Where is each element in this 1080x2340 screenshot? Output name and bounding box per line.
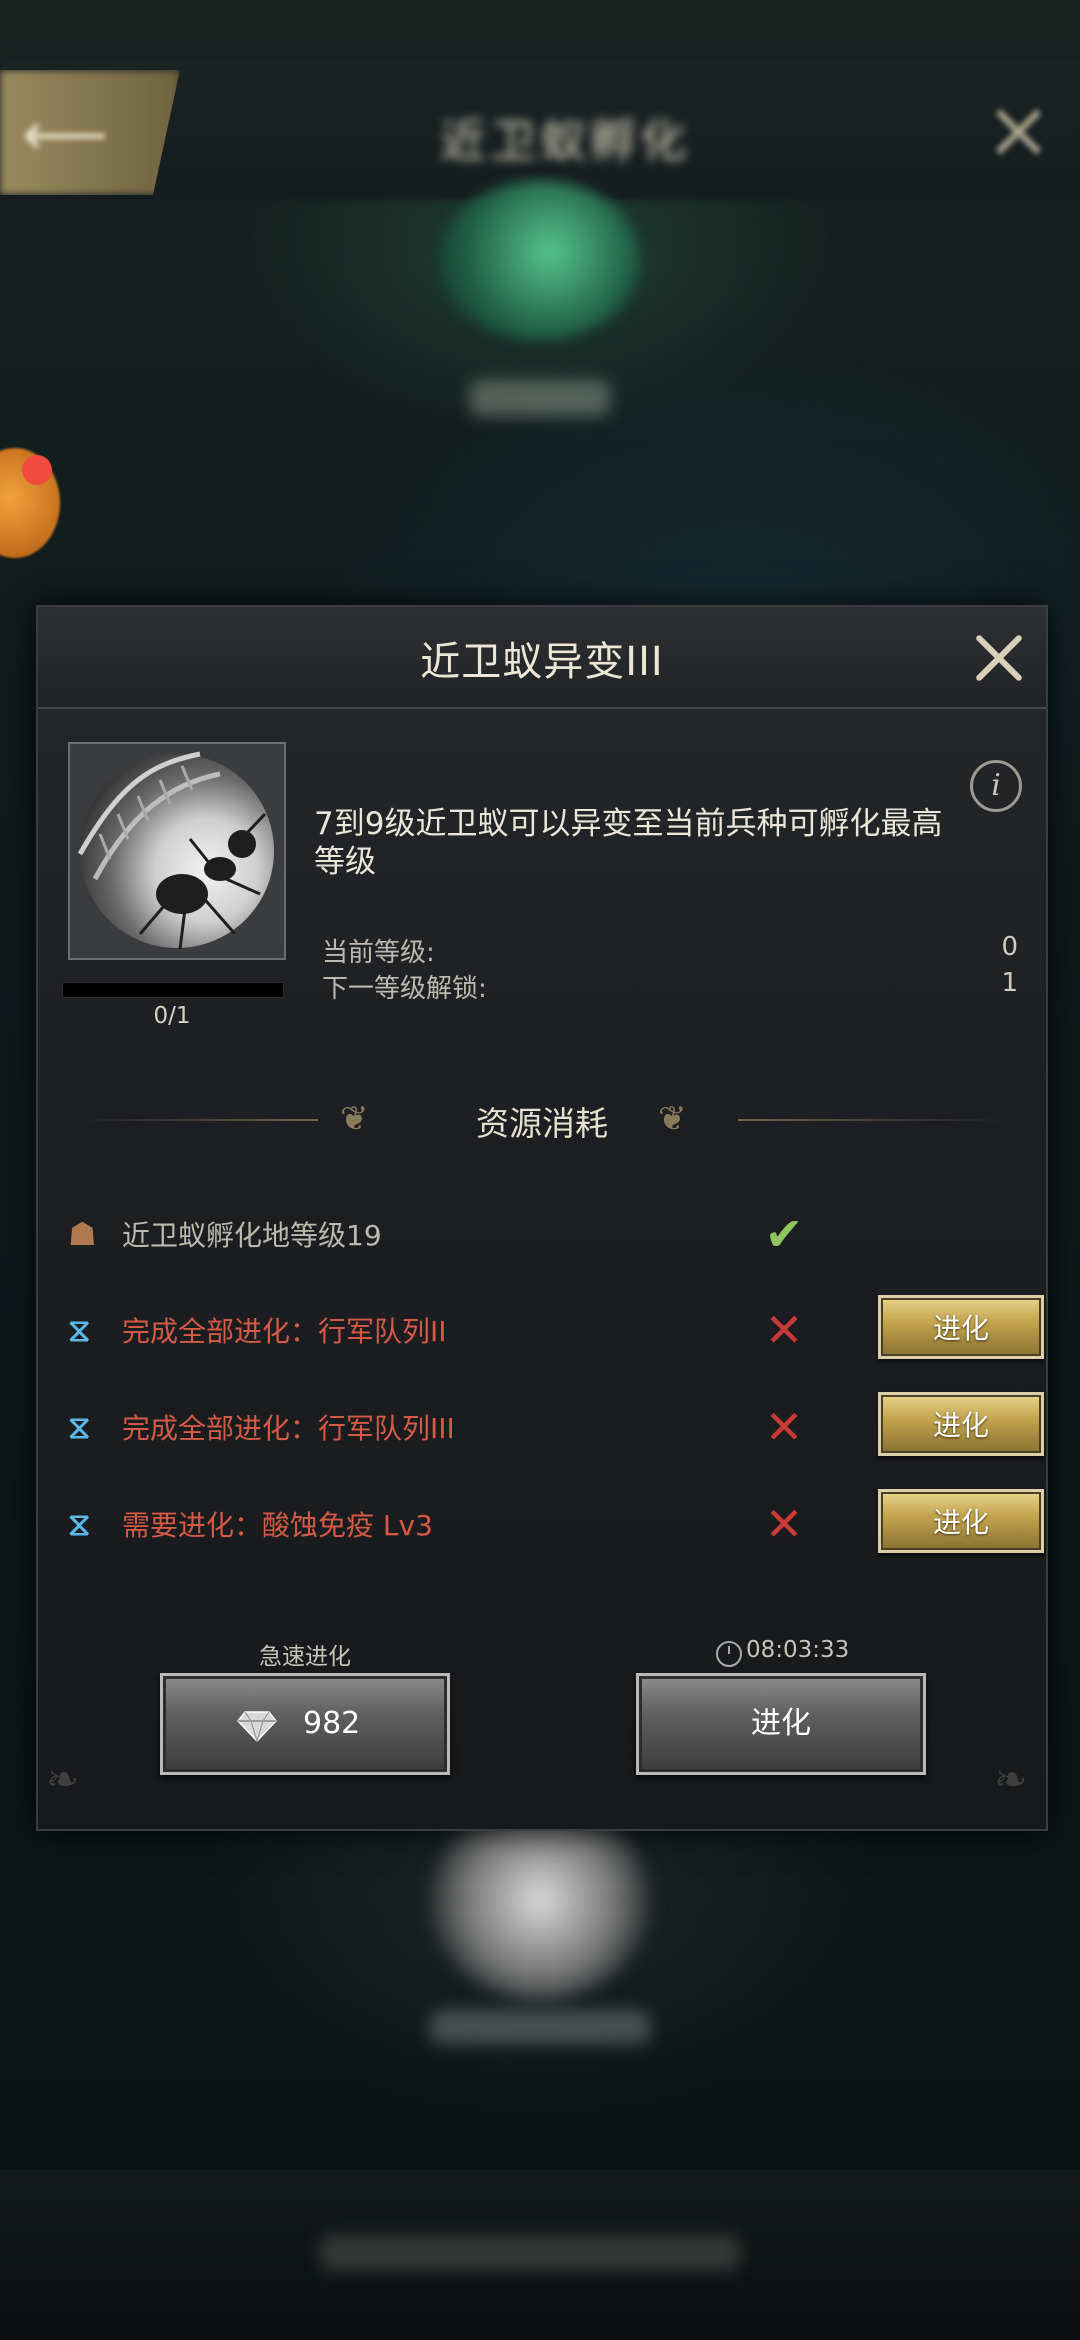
dialog-header: 近卫蚁异变III [38,607,1046,709]
current-level-label: 当前等级: [322,938,435,968]
evolve-timer: 08:03:33 [746,1637,850,1663]
section-title: 资源消耗 [476,1104,608,1143]
requirement-text: 完成全部进化：行军队列II [122,1315,447,1348]
background-node-label [470,380,610,416]
background-node-label-2 [430,2010,650,2044]
instant-evolve-caption: 急速进化 [259,1644,351,1670]
background-node-orb [440,180,640,340]
clock-icon [716,1641,742,1667]
next-unlock-value: 1 [1001,968,1018,998]
corner-ornament-right-icon: ❧ [994,1757,1028,1803]
dna-icon: ⧖ [68,1311,91,1349]
info-icon[interactable]: i [970,760,1022,812]
back-arrow-icon: ⟵ [22,100,109,170]
requirement-text: 近卫蚁孵化地等级19 [122,1219,382,1252]
instant-evolve-cost: 982 [303,1706,361,1741]
evolve-button[interactable]: 进化 [878,1295,1044,1359]
dna-helix-icon [77,751,267,950]
evolve-main-button[interactable]: 进化 [636,1673,926,1775]
close-icon[interactable] [966,625,1030,689]
mutation-dialog: 近卫蚁异变III 0/1 7到9级近卫蚁可以异变至当前兵种可孵化最高等级 i 当… [36,605,1048,1831]
unit-portrait [68,742,286,960]
unlock-progress-text: 0/1 [153,1003,191,1029]
corner-ornament-left-icon: ❧ [46,1757,80,1803]
mutation-description: 7到9级近卫蚁可以异变至当前兵种可孵化最高等级 [314,806,943,880]
requirement-text: 完成全部进化：行军队列III [122,1412,455,1445]
next-unlock-label: 下一等级解锁: [322,974,487,1004]
background-screen-title: 近卫蚁孵化 [440,114,690,168]
evolve-button[interactable]: 进化 [878,1489,1044,1553]
current-level-value: 0 [1001,932,1018,962]
section-divider-right [738,1119,1008,1121]
instant-evolve-button[interactable]: 982 [160,1673,450,1775]
background-close-icon: × [985,83,1053,176]
requirement-text: 需要进化：酸蚀免疫 Lv3 [122,1509,433,1542]
check-icon: ✔ [764,1207,804,1261]
requirement-row: ⧖ 需要进化：酸蚀免疫 Lv3 ✕ 进化 [68,1489,1044,1554]
dna-icon: ⧖ [68,1505,91,1543]
requirement-row: ☗ 近卫蚁孵化地等级19 ✔ [68,1204,1028,1264]
requirement-row: ⧖ 完成全部进化：行军队列II ✕ 进化 [68,1295,1044,1360]
nest-icon: ☗ [68,1215,97,1253]
cross-icon: ✕ [764,1497,804,1551]
unlock-progress-bar [62,982,284,998]
dialog-title: 近卫蚁异变III [420,639,664,685]
leaf-ornament-right-icon: ❦ [658,1099,687,1139]
evolve-button[interactable]: 进化 [878,1392,1044,1456]
notification-dot [22,455,52,485]
diamond-icon [237,1711,277,1742]
background-bottom-text [320,2235,740,2271]
requirement-row: ⧖ 完成全部进化：行军队列III ✕ 进化 [68,1392,1044,1457]
cross-icon: ✕ [764,1400,804,1454]
evolve-main-label: 进化 [751,1706,811,1741]
dna-icon: ⧖ [68,1408,91,1446]
cross-icon: ✕ [764,1303,804,1357]
